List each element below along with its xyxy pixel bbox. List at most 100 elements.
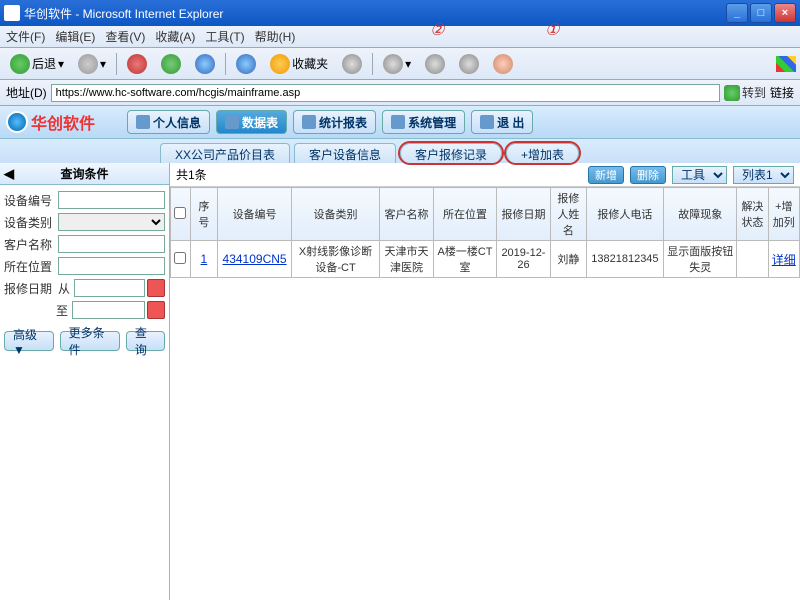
select-device-type[interactable] [58,213,165,231]
close-button[interactable]: × [774,3,796,23]
nav-exit[interactable]: 退 出 [471,110,533,134]
menu-fav[interactable]: 收藏(A) [155,28,195,45]
brand-logo: 华创软件 [6,110,95,134]
col-add[interactable]: +增加列 [768,188,799,241]
label-device-type: 设备类别 [4,214,56,231]
search-icon [236,54,256,74]
print-button[interactable] [421,52,449,76]
advanced-button[interactable]: 高级▼ [4,331,54,351]
home-button[interactable] [191,52,219,76]
chart-icon [302,115,316,129]
back-icon [10,54,30,74]
logo-icon [6,111,28,133]
row-checkbox[interactable] [174,252,186,264]
tab-repair-records[interactable]: 客户报修记录 [400,143,502,163]
new-button[interactable]: 新增 [588,166,624,184]
refresh-button[interactable] [157,52,185,76]
label-device-code: 设备编号 [4,192,56,209]
favorites-button[interactable]: 收藏夹 [266,52,332,76]
select-all-checkbox[interactable] [174,207,186,219]
address-input[interactable] [51,84,720,102]
calendar-from-icon[interactable] [147,279,165,297]
table-icon [225,115,239,129]
window-title: 华创软件 - Microsoft Internet Explorer [24,5,223,22]
sidebar-header: ◀查询条件 [0,163,169,185]
cell-seq[interactable]: 1 [201,252,208,266]
history-button[interactable] [338,52,366,76]
links-label[interactable]: 链接 [770,84,794,101]
mail-button[interactable]: ▾ [379,52,415,76]
nav-report[interactable]: 统计报表 [293,110,376,134]
windows-flag-icon [776,56,796,72]
search-button[interactable]: 查询 [126,331,165,351]
maximize-button[interactable]: □ [750,3,772,23]
input-date-from[interactable] [74,279,145,297]
tab-price-list[interactable]: XX公司产品价目表 [160,143,290,163]
col-fault[interactable]: 故障现象 [664,188,737,241]
input-location[interactable] [58,257,165,275]
tab-device-info[interactable]: 客户设备信息 [294,143,396,163]
toolbar: 后退 ▾ ▾ 收藏夹 ▾ [0,48,800,80]
input-customer[interactable] [58,235,165,253]
address-label: 地址(D) [6,84,47,101]
minimize-button[interactable]: _ [726,3,748,23]
input-device-code[interactable] [58,191,165,209]
star-icon [270,54,290,74]
cell-customer: 天津市天津医院 [379,241,433,278]
delete-button[interactable]: 删除 [630,166,666,184]
menu-edit[interactable]: 编辑(E) [55,28,95,45]
tool-select[interactable]: 工具 [672,166,727,184]
label-location: 所在位置 [4,258,56,275]
home-icon [195,54,215,74]
cell-person: 刘静 [551,241,587,278]
nav-profile[interactable]: 个人信息 [127,110,210,134]
col-person[interactable]: 报修人姓名 [551,188,587,241]
messenger-icon [493,54,513,74]
col-customer[interactable]: 客户名称 [379,188,433,241]
person-icon [136,115,150,129]
cell-type: X射线影像诊断设备-CT [292,241,380,278]
record-count: 共1条 [176,166,207,183]
refresh-icon [161,54,181,74]
search-button[interactable] [232,52,260,76]
menu-file[interactable]: 文件(F) [6,28,45,45]
cell-code[interactable]: 434109CN5 [223,252,287,266]
forward-button[interactable]: ▾ [74,52,110,76]
collapse-icon[interactable]: ◀ [4,166,14,182]
col-date[interactable]: 报修日期 [496,188,550,241]
app-icon [4,5,20,21]
menu-tools[interactable]: 工具(T) [205,28,244,45]
cell-location: A楼一楼CT室 [434,241,497,278]
tab-add-table[interactable]: +增加表 [506,143,579,163]
edit-button[interactable] [455,52,483,76]
forward-icon [78,54,98,74]
annotation-1: ① [545,20,559,40]
col-type[interactable]: 设备类别 [292,188,380,241]
go-button[interactable]: 转到 [724,84,766,101]
menu-view[interactable]: 查看(V) [105,28,145,45]
nav-data[interactable]: 数据表 [216,110,287,134]
table-row[interactable]: 1 434109CN5 X射线影像诊断设备-CT 天津市天津医院 A楼一楼CT室… [171,241,800,278]
edit-icon [459,54,479,74]
col-status[interactable]: 解决状态 [737,188,768,241]
data-table: 序号 设备编号 设备类别 客户名称 所在位置 报修日期 报修人姓名 报修人电话 … [170,187,800,278]
col-seq[interactable]: 序号 [190,188,217,241]
go-icon [724,85,740,101]
col-location[interactable]: 所在位置 [434,188,497,241]
messenger-button[interactable] [489,52,517,76]
gear-icon [391,115,405,129]
list-select[interactable]: 列表1 [733,166,794,184]
back-button[interactable]: 后退 ▾ [6,52,68,76]
stop-button[interactable] [123,52,151,76]
menu-bar: 文件(F) 编辑(E) 查看(V) 收藏(A) 工具(T) 帮助(H) [0,26,800,48]
nav-system[interactable]: 系统管理 [382,110,465,134]
cell-fault: 显示面版按钮失灵 [664,241,737,278]
input-date-to[interactable] [72,301,145,319]
more-conditions-button[interactable]: 更多条件 [60,331,120,351]
col-phone[interactable]: 报修人电话 [586,188,664,241]
menu-help[interactable]: 帮助(H) [255,28,296,45]
cell-date: 2019-12-26 [496,241,550,278]
detail-link[interactable]: 详细 [772,253,796,267]
col-code[interactable]: 设备编号 [217,188,291,241]
calendar-to-icon[interactable] [147,301,165,319]
